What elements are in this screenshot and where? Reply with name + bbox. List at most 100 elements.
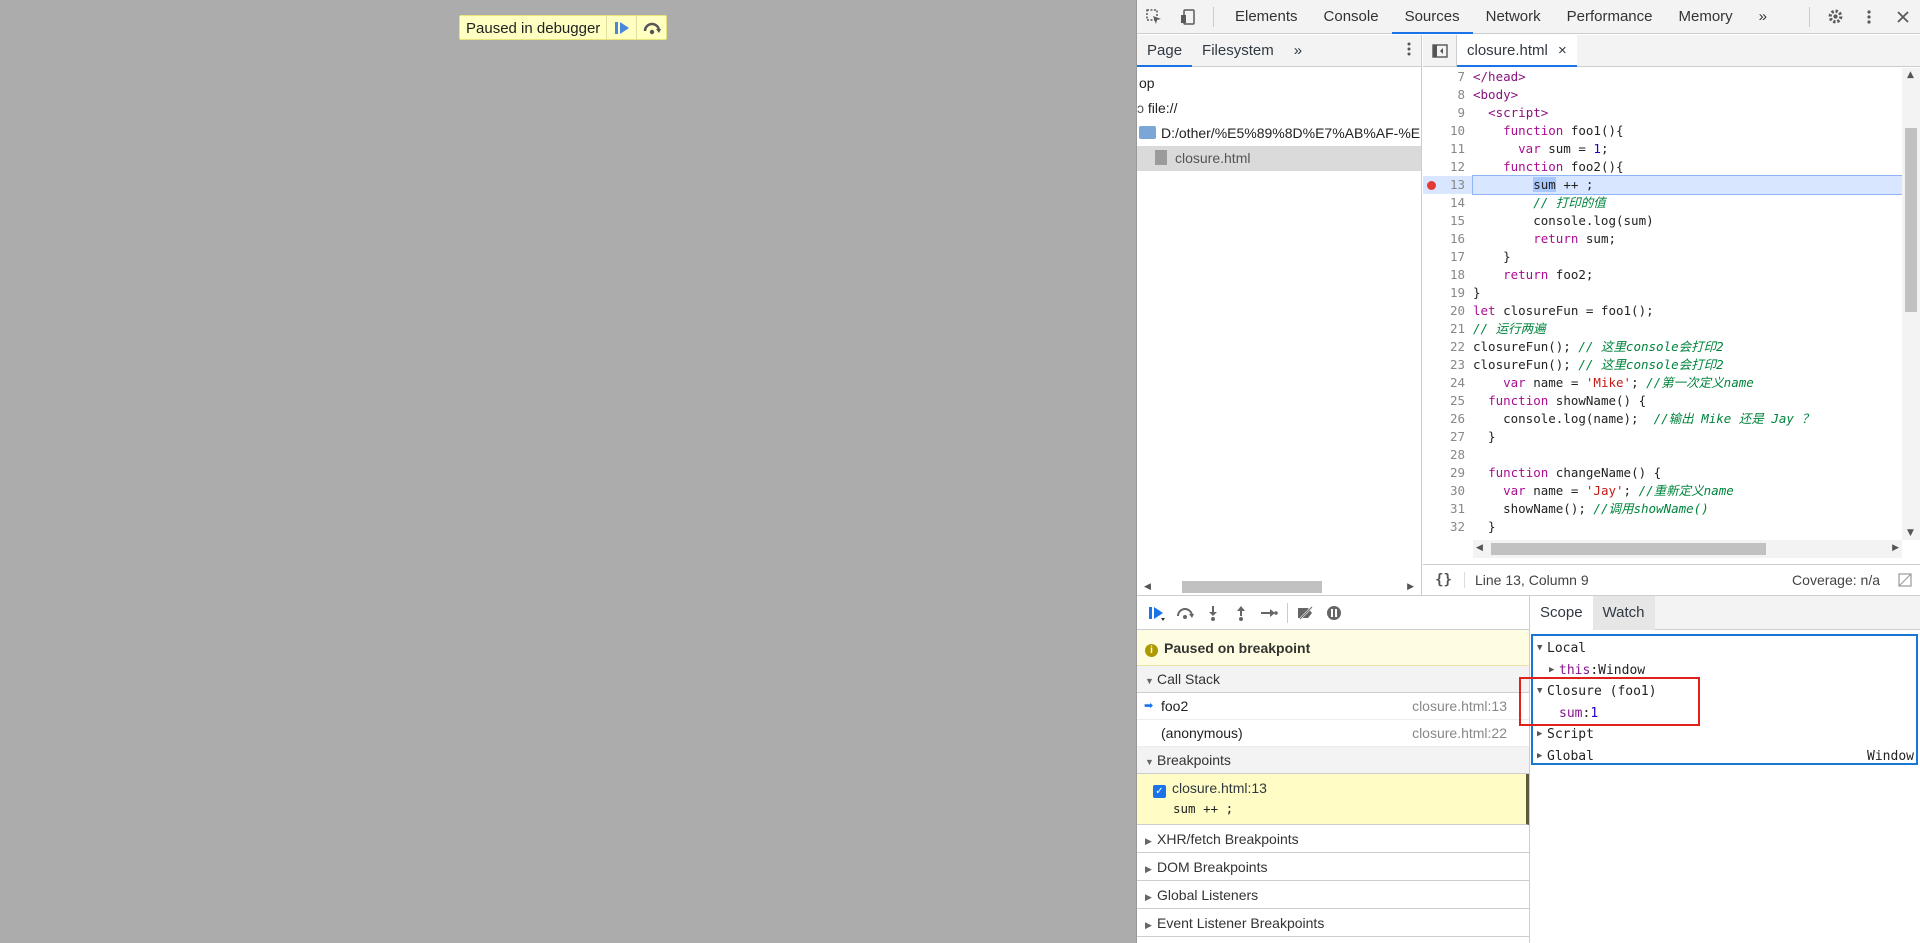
- code-line[interactable]: 23 closureFun(); // 这里console会打印2: [1423, 356, 1920, 374]
- code-line[interactable]: 12 function foo2(){: [1423, 158, 1920, 176]
- line-number[interactable]: 30: [1423, 482, 1473, 500]
- line-number[interactable]: 21: [1423, 320, 1473, 338]
- resume-button[interactable]: [1143, 599, 1171, 627]
- scroll-down-arrow-icon[interactable]: ▼: [1907, 528, 1914, 538]
- line-number[interactable]: 28: [1423, 446, 1473, 464]
- tree-item-folder[interactable]: D:/other/%E5%89%8D%E7%AB%AF-%E: [1137, 121, 1421, 146]
- step-over-icon[interactable]: [636, 16, 666, 39]
- code-line[interactable]: 10 function foo1(){: [1423, 122, 1920, 140]
- device-toolbar-icon[interactable]: [1171, 0, 1205, 34]
- call-frame[interactable]: ➡ foo2 closure.html:13: [1137, 693, 1529, 720]
- line-number[interactable]: 10: [1423, 122, 1473, 140]
- dom-breakpoints-header[interactable]: ▶ DOM Breakpoints: [1137, 853, 1529, 881]
- scroll-right-arrow-icon[interactable]: ▶: [1892, 543, 1899, 553]
- close-devtools-icon[interactable]: [1886, 0, 1920, 34]
- line-number[interactable]: 14: [1423, 194, 1473, 212]
- breakpoint-marker-icon[interactable]: [1427, 181, 1436, 190]
- scope-local-header[interactable]: ▼ Local: [1533, 638, 1916, 660]
- tab-console[interactable]: Console: [1311, 0, 1392, 34]
- line-number[interactable]: 8: [1423, 86, 1473, 104]
- code-line[interactable]: 17 }: [1423, 248, 1920, 266]
- tab-watch[interactable]: Watch: [1592, 595, 1655, 630]
- tab-memory[interactable]: Memory: [1666, 0, 1746, 34]
- code-line[interactable]: 31 showName(); //调用showName(): [1423, 500, 1920, 518]
- navigator-horizontal-scrollbar[interactable]: ◀ ▶: [1137, 579, 1421, 595]
- pause-on-exceptions-button[interactable]: [1320, 599, 1348, 627]
- code-line[interactable]: 14 // 打印的值: [1423, 194, 1920, 212]
- line-number[interactable]: 32: [1423, 518, 1473, 536]
- tab-performance[interactable]: Performance: [1554, 0, 1666, 34]
- breakpoints-header[interactable]: ▼ Breakpoints: [1137, 747, 1529, 774]
- line-number[interactable]: 13: [1423, 176, 1473, 194]
- scrollbar-thumb[interactable]: [1905, 128, 1917, 312]
- line-number[interactable]: 22: [1423, 338, 1473, 356]
- scope-global-header[interactable]: ▶ Global Window: [1533, 746, 1916, 768]
- code-line[interactable]: 27 }: [1423, 428, 1920, 446]
- toggle-navigator-icon[interactable]: [1423, 34, 1457, 67]
- code-line[interactable]: 13 sum ++ ;: [1423, 175, 1920, 195]
- line-number[interactable]: 9: [1423, 104, 1473, 122]
- scroll-right-arrow-icon[interactable]: ▶: [1407, 582, 1414, 592]
- tab-filesystem[interactable]: Filesystem: [1192, 35, 1284, 67]
- line-number[interactable]: 20: [1423, 302, 1473, 320]
- scrollbar-thumb[interactable]: [1182, 581, 1322, 593]
- line-number[interactable]: 27: [1423, 428, 1473, 446]
- code-line[interactable]: 20 let closureFun = foo1();: [1423, 302, 1920, 320]
- scroll-up-arrow-icon[interactable]: ▲: [1907, 70, 1914, 80]
- tab-network[interactable]: Network: [1473, 0, 1554, 34]
- code-line[interactable]: 22 closureFun(); // 这里console会打印2: [1423, 338, 1920, 356]
- source-code[interactable]: 7 </head> 8 <body> 9 <script> 10 function foo…: [1423, 68, 1920, 540]
- line-number[interactable]: 12: [1423, 158, 1473, 176]
- code-line[interactable]: 9 <script>: [1423, 104, 1920, 122]
- code-line[interactable]: 18 return foo2;: [1423, 266, 1920, 284]
- scope-closure-header[interactable]: ▼ Closure (foo1): [1533, 681, 1916, 703]
- code-line[interactable]: 16 return sum;: [1423, 230, 1920, 248]
- scrollbar-thumb[interactable]: [1491, 543, 1766, 555]
- editor-vertical-scrollbar[interactable]: ▲ ▼: [1902, 68, 1920, 540]
- code-line[interactable]: 26 console.log(name); //输出 Mike 还是 Jay ？: [1423, 410, 1920, 428]
- breakpoint-checkbox[interactable]: ✓: [1153, 785, 1166, 798]
- scroll-left-arrow-icon[interactable]: ◀: [1476, 543, 1483, 553]
- navigator-menu-icon[interactable]: [1407, 42, 1411, 60]
- code-line[interactable]: 28: [1423, 446, 1920, 464]
- frame-location[interactable]: closure.html:13: [1412, 693, 1507, 719]
- code-line[interactable]: 15 console.log(sum): [1423, 212, 1920, 230]
- code-line[interactable]: 32 }: [1423, 518, 1920, 536]
- xhr-breakpoints-header[interactable]: ▶ XHR/fetch Breakpoints: [1137, 825, 1529, 853]
- scope-property[interactable]: sum: 1: [1533, 703, 1916, 725]
- global-listeners-header[interactable]: ▶ Global Listeners: [1137, 881, 1529, 909]
- step-out-button[interactable]: [1227, 599, 1255, 627]
- code-line[interactable]: 7 </head>: [1423, 68, 1920, 86]
- tree-item-top[interactable]: op: [1137, 71, 1421, 96]
- line-number[interactable]: 25: [1423, 392, 1473, 410]
- code-line[interactable]: 21// 运行两遍: [1423, 320, 1920, 338]
- pretty-print-button[interactable]: {}: [1423, 572, 1465, 588]
- line-number[interactable]: 24: [1423, 374, 1473, 392]
- line-number[interactable]: 29: [1423, 464, 1473, 482]
- call-stack-header[interactable]: ▼ Call Stack: [1137, 666, 1529, 693]
- breakpoint-entry[interactable]: ✓ closure.html:13 sum ++ ;: [1137, 774, 1529, 825]
- inspect-element-icon[interactable]: [1137, 0, 1171, 34]
- code-line[interactable]: 25 function showName() {: [1423, 392, 1920, 410]
- line-number[interactable]: 31: [1423, 500, 1473, 518]
- code-line[interactable]: 29 function changeName() {: [1423, 464, 1920, 482]
- code-line[interactable]: 8 <body>: [1423, 86, 1920, 104]
- customize-menu-icon[interactable]: [1852, 0, 1886, 34]
- navigator-more-button[interactable]: »: [1284, 35, 1312, 67]
- line-number[interactable]: 19: [1423, 284, 1473, 302]
- more-tabs-button[interactable]: »: [1746, 0, 1780, 34]
- tree-item-file-origin[interactable]: ͻ file://: [1137, 96, 1421, 121]
- coverage-toggle-icon[interactable]: [1898, 573, 1912, 590]
- scope-script-header[interactable]: ▶ Script: [1533, 724, 1916, 746]
- code-line[interactable]: 19}: [1423, 284, 1920, 302]
- tab-sources[interactable]: Sources: [1391, 0, 1473, 34]
- line-number[interactable]: 26: [1423, 410, 1473, 428]
- step-button[interactable]: [1255, 599, 1283, 627]
- editor-horizontal-scrollbar[interactable]: ◀ ▶: [1473, 540, 1902, 558]
- resume-icon[interactable]: [606, 16, 636, 39]
- call-frame[interactable]: (anonymous) closure.html:22: [1137, 720, 1529, 747]
- step-over-button[interactable]: [1171, 599, 1199, 627]
- deactivate-breakpoints-button[interactable]: [1292, 599, 1320, 627]
- line-number[interactable]: 15: [1423, 212, 1473, 230]
- frame-location[interactable]: closure.html:22: [1412, 720, 1507, 746]
